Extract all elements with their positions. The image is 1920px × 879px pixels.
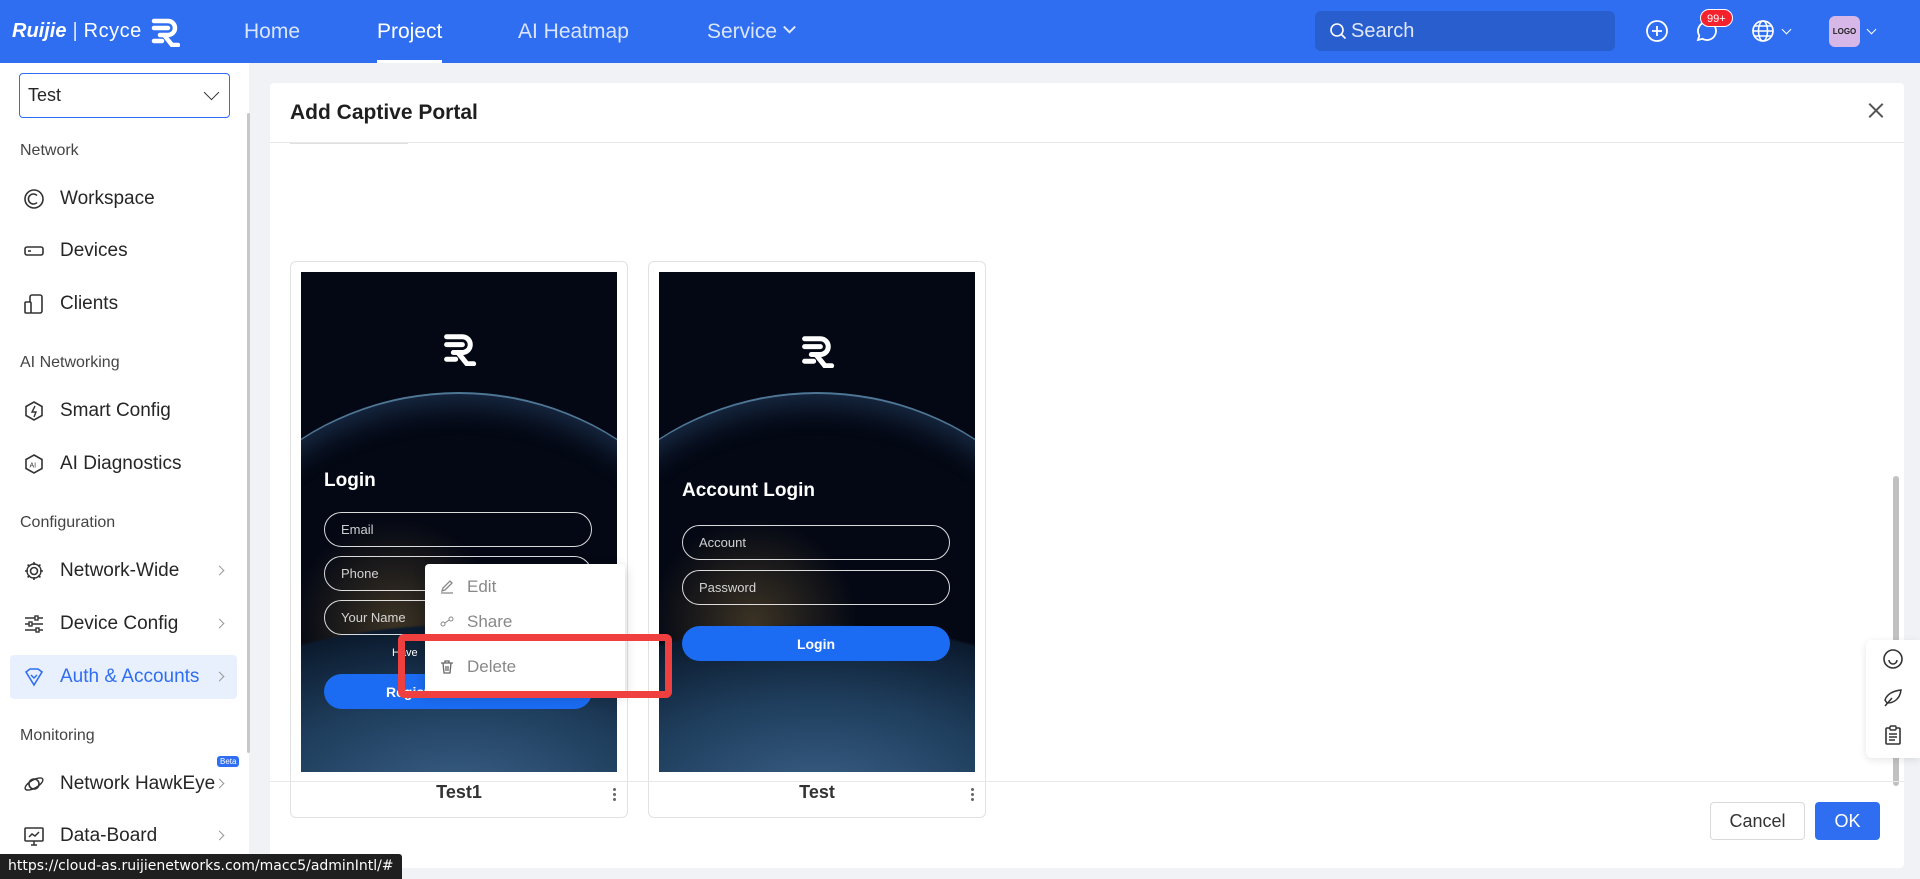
portal-login-button: Login [682, 626, 950, 661]
search-icon [1330, 23, 1347, 40]
reyee-logo-icon [151, 18, 180, 47]
smart-config-icon [22, 399, 46, 423]
tab-underline [290, 143, 408, 144]
edit-icon [439, 579, 455, 595]
share-icon [439, 616, 455, 630]
group-monitoring: Monitoring [20, 727, 95, 744]
reyee-logo-icon [802, 336, 835, 368]
floating-toolbar [1866, 640, 1920, 758]
chevron-down-icon [203, 84, 220, 101]
brand-sub: Rcyce [83, 19, 142, 42]
sidebar: Test Network Workspace Devices Clients A… [0, 63, 249, 879]
ok-button[interactable]: OK [1815, 802, 1880, 840]
gear-icon [22, 559, 46, 583]
menu-item-edit[interactable]: Edit [439, 573, 496, 601]
portal-account-field: Account [682, 525, 950, 560]
more-vertical-icon[interactable] [609, 786, 619, 806]
data-board-icon [22, 824, 46, 848]
sliders-icon [22, 612, 46, 636]
sidebar-item-smart-config[interactable]: Smart Config [10, 389, 237, 433]
chat-support-icon[interactable] [1882, 648, 1904, 670]
chevron-right-icon [214, 565, 225, 576]
portal-card-test[interactable]: Account Login Account Password Login Tes… [648, 261, 986, 818]
clipboard-icon[interactable] [1882, 724, 1904, 746]
workspace-icon [22, 187, 46, 211]
portal-preview: Account Login Account Password Login [659, 272, 975, 772]
language-globe-icon[interactable] [1749, 17, 1777, 45]
nav-home[interactable]: Home [244, 0, 300, 63]
brand-name: Ruijie [12, 19, 67, 42]
card-name: Test1 [436, 782, 482, 802]
shield-heart-icon [22, 665, 46, 689]
sidebar-item-clients[interactable]: Clients [10, 282, 237, 326]
feedback-icon[interactable] [1882, 686, 1904, 708]
nav-service[interactable]: Service [707, 0, 796, 63]
sidebar-item-ai-diagnostics[interactable]: AI AI Diagnostics [10, 442, 237, 486]
add-captive-portal-modal: Add Captive Portal Login Email Phone You… [270, 83, 1904, 868]
sidebar-item-auth-accounts[interactable]: Auth & Accounts [10, 655, 237, 699]
chevron-down-icon [783, 20, 796, 34]
reyee-logo-icon [444, 334, 477, 366]
portal-title: Account Login [682, 480, 815, 501]
sidebar-item-network-wide[interactable]: Network-Wide [10, 549, 237, 593]
cancel-button[interactable]: Cancel [1710, 802, 1805, 840]
add-circle-icon[interactable] [1643, 17, 1671, 45]
ai-diagnostics-icon: AI [22, 452, 46, 476]
delete-highlight-box [398, 634, 672, 698]
chevron-right-icon [214, 671, 225, 682]
sidebar-item-devices[interactable]: Devices [10, 229, 237, 273]
account-chevron-icon[interactable] [1866, 24, 1877, 35]
hawkeye-icon [22, 772, 46, 796]
language-chevron-icon[interactable] [1781, 24, 1792, 35]
sidebar-item-network-hawkeye[interactable]: Network HawkEye Beta [10, 756, 240, 806]
avatar[interactable]: LOGO [1829, 16, 1860, 47]
group-network: Network [20, 142, 79, 159]
nav-project[interactable]: Project [377, 0, 443, 63]
devices-icon [22, 239, 46, 263]
sidebar-item-workspace[interactable]: Workspace [10, 177, 237, 221]
chevron-right-icon [214, 830, 225, 841]
group-ai-networking: AI Networking [20, 354, 120, 371]
portal-title: Login [324, 470, 376, 491]
status-url: https://cloud-as.ruijienetworks.com/macc… [0, 854, 402, 879]
chevron-right-icon [214, 618, 225, 629]
notification-badge: 99+ [1700, 9, 1733, 27]
brand-logo[interactable]: Ruijie | Rcyce [12, 14, 180, 48]
search-input[interactable]: Search [1315, 11, 1615, 51]
project-select[interactable]: Test [19, 73, 230, 118]
sidebar-item-data-board[interactable]: Data-Board [10, 814, 237, 858]
chevron-right-icon [214, 778, 225, 789]
sidebar-scrollbar[interactable] [247, 113, 250, 753]
top-nav-bar: Ruijie | Rcyce Home Project AI Heatmap S… [0, 0, 1920, 63]
close-icon[interactable] [1862, 97, 1890, 125]
group-configuration: Configuration [20, 514, 116, 531]
portal-email-field: Email [324, 512, 592, 547]
sidebar-item-device-config[interactable]: Device Config [10, 602, 237, 646]
menu-item-share[interactable]: Share [439, 612, 512, 630]
nav-ai-heatmap[interactable]: AI Heatmap [518, 0, 629, 63]
portal-password-field: Password [682, 570, 950, 605]
clients-icon [22, 292, 46, 316]
more-vertical-icon[interactable] [967, 786, 977, 806]
svg-text:AI: AI [30, 463, 37, 470]
portal-card-test1[interactable]: Login Email Phone Your Name Have Regist … [290, 261, 628, 818]
card-name: Test [799, 782, 835, 802]
beta-badge: Beta [217, 756, 240, 767]
modal-title: Add Captive Portal [290, 101, 478, 124]
